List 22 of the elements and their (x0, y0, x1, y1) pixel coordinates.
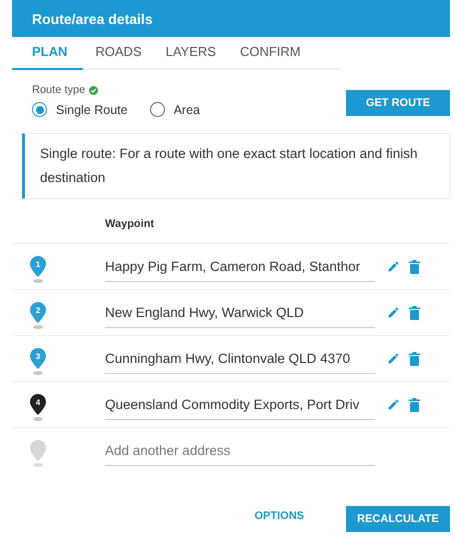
tab[interactable]: ROADS (83, 37, 154, 70)
delete-icon[interactable] (409, 352, 420, 366)
edit-icon[interactable] (387, 260, 400, 273)
edit-icon[interactable] (387, 306, 400, 319)
radio-option[interactable]: Single Route (32, 102, 128, 117)
delete-icon[interactable] (409, 260, 420, 274)
edit-icon[interactable] (387, 398, 400, 411)
delete-icon[interactable] (409, 306, 420, 320)
panel-title: Route/area details (32, 10, 153, 26)
edit-icon[interactable] (387, 352, 400, 365)
address-field[interactable]: Cunningham Hwy, Clintonvale QLD 4370 (105, 343, 375, 374)
info-message: Single route: For a route with one exact start location and finish destination (22, 133, 450, 199)
column-header: Waypoint (105, 218, 154, 230)
address-field[interactable]: Queensland Commodity Exports, Port Driv (105, 389, 375, 420)
address-field[interactable]: Happy Pig Farm, Cameron Road, Stanthor (105, 251, 375, 282)
tab[interactable]: LAYERS (154, 37, 228, 70)
map-pin-icon (29, 438, 47, 468)
tab[interactable]: CONFIRM (228, 37, 313, 70)
radio-option[interactable]: Area (150, 102, 200, 117)
delete-icon[interactable] (409, 398, 420, 412)
address-field[interactable]: New England Hwy, Warwick QLD (105, 297, 375, 328)
route-type-label: Route type (32, 84, 86, 96)
